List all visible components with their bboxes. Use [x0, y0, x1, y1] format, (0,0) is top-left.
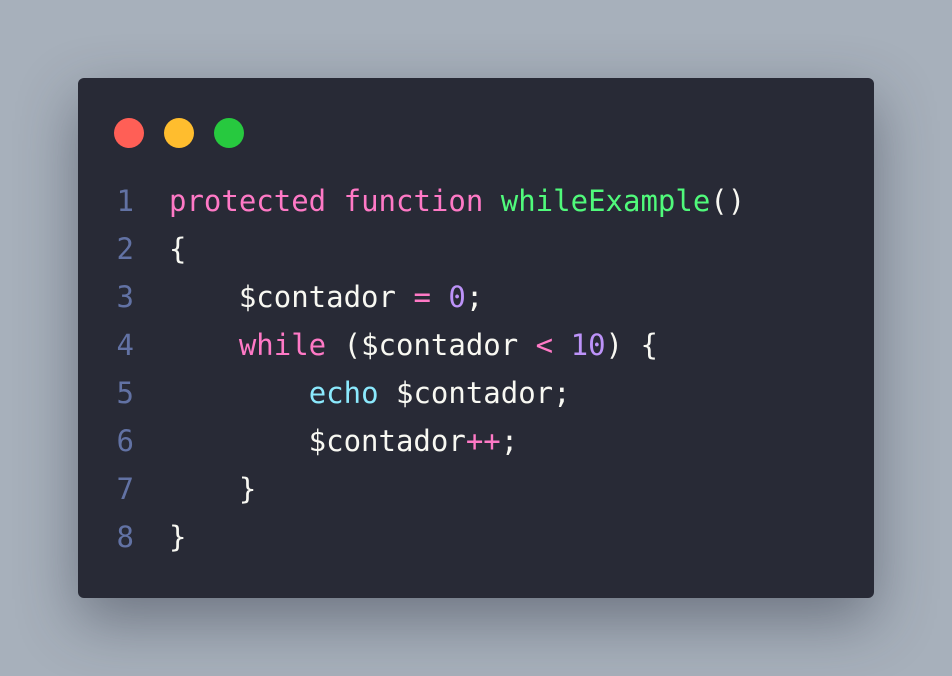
code-line: 4 while ($contador < 10) { — [78, 321, 874, 369]
close-button[interactable] — [114, 118, 144, 148]
code-text: } — [134, 513, 186, 561]
code-token: ; — [500, 424, 519, 458]
code-line: 3 $contador = 0; — [78, 273, 874, 321]
code-token: $contador — [169, 424, 466, 458]
code-token: ++ — [465, 424, 501, 458]
line-number: 1 — [116, 184, 134, 218]
line-number: 3 — [116, 280, 134, 314]
code-token: protected — [169, 184, 327, 218]
maximize-button[interactable] — [214, 118, 244, 148]
line-number: 8 — [116, 520, 134, 554]
code-text: protected function whileExample() — [134, 177, 745, 225]
code-token: ($contador — [326, 328, 536, 362]
code-token: } — [169, 520, 187, 554]
line-number: 4 — [116, 328, 134, 362]
code-line: 5 echo $contador; — [78, 369, 874, 417]
code-text: $contador++; — [134, 417, 519, 465]
code-token: = — [413, 280, 431, 314]
code-line: 6 $contador++; — [78, 417, 874, 465]
line-number: 2 — [116, 232, 134, 266]
code-token: ) { — [605, 328, 658, 362]
code-token: whileExample — [500, 184, 711, 218]
code-text: while ($contador < 10) { — [134, 321, 658, 369]
code-line: 7 } — [78, 465, 874, 513]
code-window: 1 protected function whileExample() 2{3 $c… — [78, 78, 874, 598]
window-controls — [114, 118, 244, 148]
code-token: () — [710, 184, 746, 218]
code-line: 1 protected function whileExample() — [78, 177, 874, 225]
code-text: echo $contador; — [134, 369, 571, 417]
line-number: 6 — [116, 424, 134, 458]
code-token: echo — [308, 376, 379, 410]
line-number: 7 — [116, 472, 134, 506]
code-token: while — [238, 328, 327, 362]
code-token: $contador; — [378, 376, 571, 410]
minimize-button[interactable] — [164, 118, 194, 148]
code-token: } — [169, 472, 257, 506]
line-number: 5 — [116, 376, 134, 410]
code-token: function — [343, 184, 484, 218]
code-token: 0 — [448, 280, 466, 314]
code-token: { — [169, 232, 187, 266]
code-text: } — [134, 465, 256, 513]
code-text: { — [134, 225, 186, 273]
code-text: $contador = 0; — [134, 273, 483, 321]
code-token: 10 — [570, 328, 606, 362]
code-line: 2{ — [78, 225, 874, 273]
code-token: ; — [465, 280, 484, 314]
code-block: 1 protected function whileExample() 2{3 $c… — [78, 177, 874, 561]
code-token: $contador — [169, 280, 414, 314]
code-line: 8} — [78, 513, 874, 561]
code-token: < — [535, 328, 554, 362]
